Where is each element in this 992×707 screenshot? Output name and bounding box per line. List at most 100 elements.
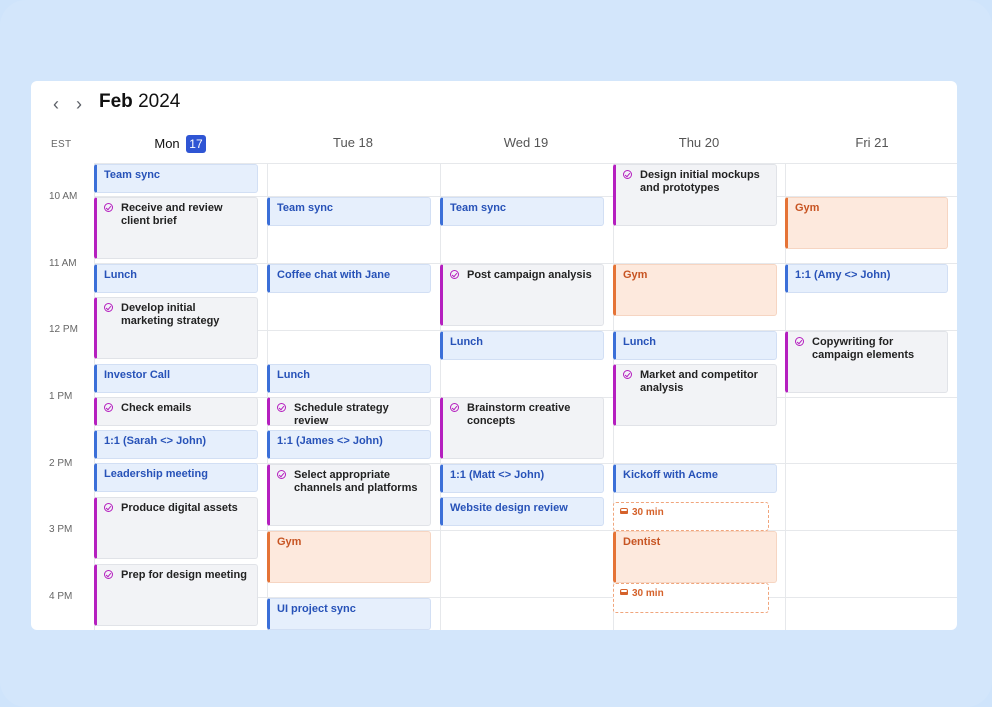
task-block[interactable]: Develop initial marketing strategy	[94, 297, 258, 359]
event-block[interactable]: Lunch	[613, 331, 777, 360]
time-label: 1 PM	[49, 391, 73, 402]
event-title: Check emails	[121, 402, 192, 414]
event-title: Gym	[795, 202, 820, 214]
time-label: 4 PM	[49, 591, 73, 602]
task-block[interactable]: Copywriting for campaign elements	[785, 331, 948, 393]
chevron-left-icon[interactable]: ‹	[49, 94, 63, 114]
event-title: Lunch	[104, 269, 137, 281]
year-label: 2024	[138, 91, 181, 112]
event-title: Team sync	[104, 169, 161, 181]
event-block[interactable]: 1:1 (Sarah <> John)	[94, 430, 258, 459]
event-title: Team sync	[277, 202, 334, 214]
task-block[interactable]: Check emails	[94, 397, 258, 426]
event-block[interactable]: Kickoff with Acme	[613, 464, 777, 493]
event-block[interactable]: Website design review	[440, 497, 604, 526]
day-header-mon[interactable]: Mon 17	[94, 135, 266, 153]
day-header-wed[interactable]: Wed 19	[440, 135, 612, 150]
task-block[interactable]: Prep for design meeting	[94, 564, 258, 626]
event-title: Develop initial marketing strategy	[121, 302, 220, 327]
timezone-label: EST	[51, 139, 72, 150]
event-block[interactable]: 1:1 (Amy <> John)	[785, 264, 948, 293]
event-title: Website design review	[450, 502, 568, 514]
check-circle-icon	[104, 503, 113, 512]
day-header-thu[interactable]: Thu 20	[613, 135, 785, 150]
event-block[interactable]: Investor Call	[94, 364, 258, 393]
time-label: 2 PM	[49, 458, 73, 469]
event-title: Leadership meeting	[104, 468, 208, 480]
event-block[interactable]: Team sync	[440, 197, 604, 226]
event-block[interactable]: Lunch	[94, 264, 258, 293]
event-block[interactable]: UI project sync	[267, 598, 431, 630]
event-title: Coffee chat with Jane	[277, 269, 391, 281]
event-title: Team sync	[450, 202, 507, 214]
event-title: Prep for design meeting	[121, 569, 247, 581]
event-block[interactable]: Leadership meeting	[94, 463, 258, 492]
task-block[interactable]: Design initial mockups and prototypes	[613, 164, 777, 226]
task-block[interactable]: Schedule strategy review	[267, 397, 431, 426]
event-block[interactable]: Team sync	[94, 164, 258, 193]
event-title: Receive and review client brief	[121, 202, 223, 227]
event-block[interactable]: Lunch	[440, 331, 604, 360]
travel-duration: 30 min	[632, 588, 664, 599]
check-circle-icon	[104, 303, 113, 312]
event-title: Brainstorm creative concepts	[467, 402, 571, 427]
event-title: Kickoff with Acme	[623, 469, 718, 481]
app-background: ‹ › Feb 2024 EST Mon 17 Tue 18 Wed 19 Th…	[0, 0, 992, 707]
day-header-tue[interactable]: Tue 18	[267, 135, 439, 150]
check-circle-icon	[104, 570, 113, 579]
event-title: Lunch	[450, 336, 483, 348]
travel-time-block[interactable]: 30 min	[613, 583, 769, 613]
time-label: 3 PM	[49, 524, 73, 535]
day-header-fri[interactable]: Fri 21	[786, 135, 957, 150]
personal-event-block[interactable]: Dentist	[613, 531, 777, 583]
event-title: Lunch	[277, 369, 310, 381]
today-badge: 17	[186, 135, 206, 153]
event-title: Design initial mockups and prototypes	[640, 169, 760, 194]
month-label: Feb	[99, 91, 133, 112]
check-circle-icon	[795, 337, 804, 346]
check-circle-icon	[623, 170, 632, 179]
task-block[interactable]: Select appropriate channels and platform…	[267, 464, 431, 526]
event-block[interactable]: Team sync	[267, 197, 431, 226]
time-label: 12 PM	[49, 324, 78, 335]
personal-event-block[interactable]: Gym	[613, 264, 777, 316]
event-title: Gym	[277, 536, 302, 548]
car-icon	[620, 508, 628, 514]
event-title: Schedule strategy review	[294, 402, 389, 426]
event-title: 1:1 (Sarah <> John)	[104, 435, 207, 447]
check-circle-icon	[277, 403, 286, 412]
check-circle-icon	[104, 403, 113, 412]
event-block[interactable]: 1:1 (James <> John)	[267, 430, 431, 459]
event-block[interactable]: 1:1 (Matt <> John)	[440, 464, 604, 493]
event-title: Produce digital assets	[121, 502, 238, 514]
personal-event-block[interactable]: Gym	[785, 197, 948, 249]
event-title: 1:1 (Amy <> John)	[795, 269, 891, 281]
event-title: Lunch	[623, 336, 656, 348]
event-title: Investor Call	[104, 369, 171, 381]
chevron-right-icon[interactable]: ›	[72, 94, 86, 114]
personal-event-block[interactable]: Gym	[267, 531, 431, 583]
event-title: Dentist	[623, 536, 661, 548]
task-block[interactable]: Brainstorm creative concepts	[440, 397, 604, 459]
task-block[interactable]: Post campaign analysis	[440, 264, 604, 326]
day-label: Mon	[154, 136, 180, 151]
event-title: Select appropriate channels and platform…	[294, 469, 418, 494]
event-title: Market and competitor analysis	[640, 369, 758, 394]
event-block[interactable]: Lunch	[267, 364, 431, 393]
travel-time-block[interactable]: 30 min	[613, 502, 769, 531]
check-circle-icon	[623, 370, 632, 379]
event-block[interactable]: Coffee chat with Jane	[267, 264, 431, 293]
time-label: 10 AM	[49, 191, 78, 202]
event-title: UI project sync	[277, 603, 356, 615]
task-block[interactable]: Produce digital assets	[94, 497, 258, 559]
month-title: Feb 2024	[99, 91, 180, 113]
task-block[interactable]: Receive and review client brief	[94, 197, 258, 259]
check-circle-icon	[277, 470, 286, 479]
check-circle-icon	[450, 270, 459, 279]
time-label: 11 AM	[49, 258, 77, 269]
task-block[interactable]: Market and competitor analysis	[613, 364, 777, 426]
calendar-card: ‹ › Feb 2024 EST Mon 17 Tue 18 Wed 19 Th…	[31, 81, 957, 630]
check-circle-icon	[450, 403, 459, 412]
travel-duration: 30 min	[632, 507, 664, 518]
event-title: Copywriting for campaign elements	[812, 336, 915, 361]
